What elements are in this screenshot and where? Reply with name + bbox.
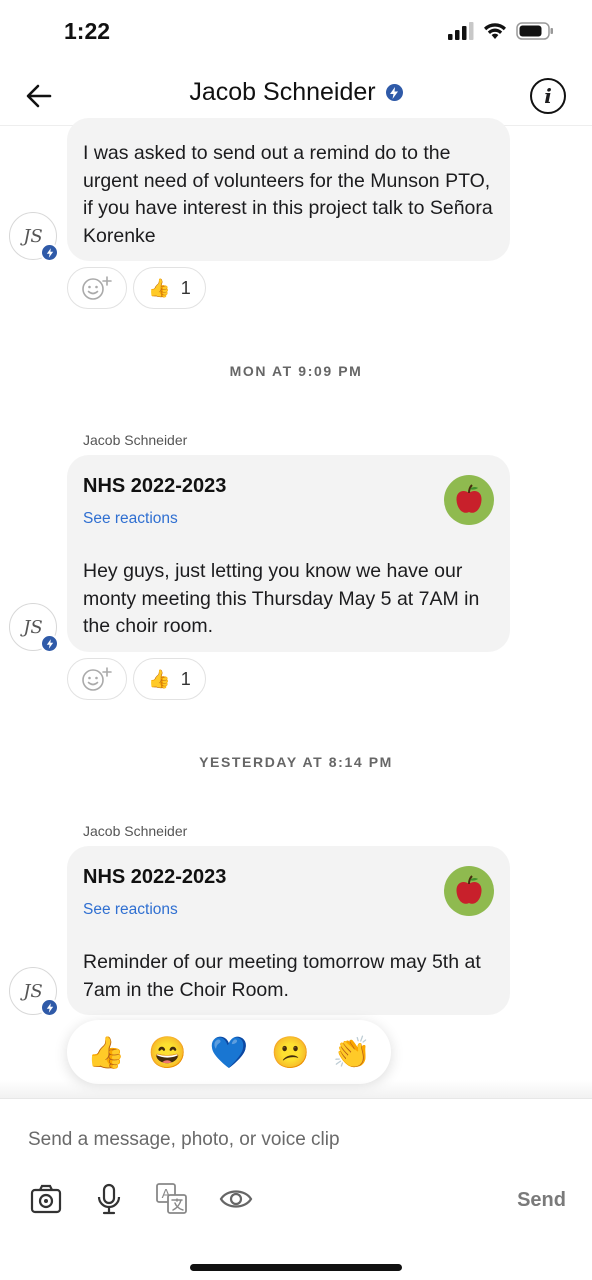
verified-bolt-icon	[40, 998, 59, 1017]
battery-icon	[516, 22, 553, 40]
message-text: I was asked to send out a remind do to t…	[83, 142, 493, 247]
avatar-initials: JS	[23, 225, 43, 247]
sender-name: Jacob Schneider	[83, 823, 188, 839]
home-indicator	[190, 1264, 402, 1271]
add-emoji-icon	[82, 276, 112, 300]
clapping-hands-icon[interactable]: 👏	[333, 1037, 372, 1068]
see-reactions-link[interactable]: See reactions	[83, 901, 178, 919]
message-bubble[interactable]: I was asked to send out a remind do to t…	[67, 118, 510, 261]
add-reaction-button[interactable]	[67, 267, 127, 309]
eye-icon	[219, 1190, 253, 1208]
wifi-icon	[484, 23, 506, 39]
message-text: Hey guys, just letting you know we have …	[83, 560, 480, 637]
thumbs-up-icon: 👍	[148, 277, 171, 298]
reaction-count: 1	[180, 277, 191, 298]
message-bubble[interactable]: NHS 2022-2023 See reactions Reminder of …	[67, 846, 510, 1015]
avatar[interactable]: JS	[9, 603, 59, 653]
avatar-initials: JS	[23, 616, 43, 638]
thumbs-up-icon[interactable]: 👍	[86, 1037, 125, 1068]
verified-bolt-icon	[40, 634, 59, 653]
microphone-icon	[97, 1183, 121, 1215]
reaction-thumbs-up[interactable]: 👍 1	[133, 658, 206, 700]
apple-icon	[444, 475, 494, 525]
microphone-button[interactable]	[91, 1181, 127, 1217]
verified-bolt-icon	[40, 243, 59, 262]
class-name: NHS 2022-2023	[83, 866, 227, 888]
camera-button[interactable]	[28, 1181, 64, 1217]
avatar[interactable]: JS	[9, 212, 59, 262]
apple-icon	[444, 866, 494, 916]
thumbs-up-icon: 👍	[148, 668, 171, 689]
add-reaction-button[interactable]	[67, 658, 127, 700]
avatar[interactable]: JS	[9, 967, 59, 1017]
emoji-reaction-picker: 👍 😄 💙 😕 👏	[67, 1020, 391, 1084]
preview-button[interactable]	[218, 1181, 254, 1217]
blue-heart-icon[interactable]: 💙	[210, 1037, 249, 1068]
message-text: Reminder of our meeting tomorrow may 5th…	[83, 951, 481, 1001]
day-separator: MON AT 9:09 PM	[229, 363, 363, 379]
sender-name: Jacob Schneider	[83, 432, 188, 448]
reaction-thumbs-up[interactable]: 👍 1	[133, 267, 206, 309]
translate-button[interactable]: A	[154, 1181, 190, 1217]
info-button[interactable]: i	[530, 78, 566, 114]
avatar-initials: JS	[23, 980, 43, 1002]
status-time: 1:22	[64, 18, 111, 44]
page-title: Jacob Schneider	[189, 78, 376, 106]
conversation-header: Jacob Schneider i	[0, 66, 592, 126]
see-reactions-link[interactable]: See reactions	[83, 510, 178, 528]
class-name: NHS 2022-2023	[83, 475, 227, 497]
header-title-group: Jacob Schneider	[0, 78, 592, 107]
status-icons	[448, 22, 554, 40]
message-input[interactable]	[28, 1125, 558, 1155]
reaction-count: 1	[180, 668, 191, 689]
translate-icon: A	[156, 1183, 187, 1214]
confused-face-icon[interactable]: 😕	[271, 1037, 310, 1068]
grinning-face-icon[interactable]: 😄	[148, 1037, 187, 1068]
add-emoji-icon	[82, 667, 112, 691]
cellular-signal-icon	[448, 22, 474, 40]
message-composer: A Send	[0, 1098, 592, 1280]
info-icon: i	[544, 84, 552, 108]
message-bubble[interactable]: NHS 2022-2023 See reactions Hey guys, ju…	[67, 455, 510, 652]
camera-icon	[30, 1184, 62, 1214]
day-separator: YESTERDAY AT 8:14 PM	[199, 754, 393, 770]
send-button[interactable]: Send	[517, 1189, 566, 1212]
scroll-fade	[0, 1080, 592, 1100]
verified-bolt-icon	[385, 84, 403, 101]
status-bar: 1:22	[0, 0, 592, 66]
